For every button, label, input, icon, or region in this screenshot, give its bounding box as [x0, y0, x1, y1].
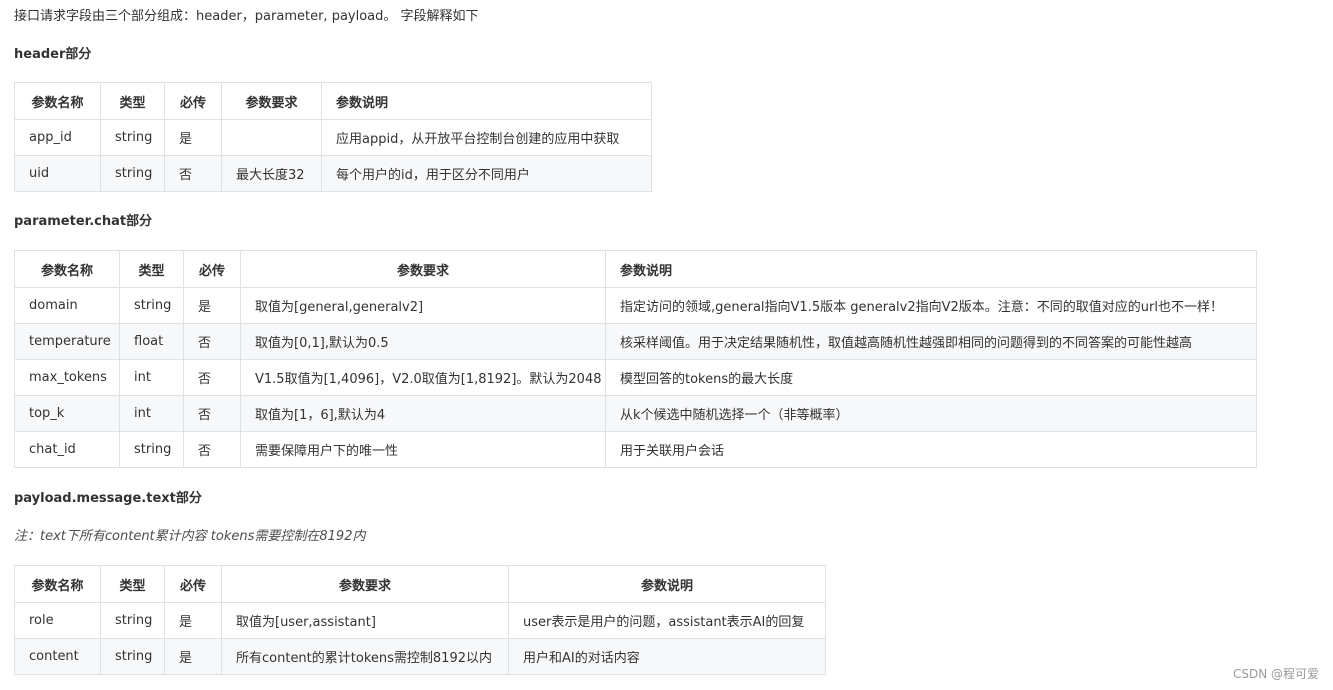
table-cell: 是 — [164, 638, 222, 675]
table-cell: 是 — [164, 602, 222, 639]
table-cell: int — [119, 395, 184, 432]
table-row: chat_id string 否 需要保障用户下的唯一性 用于关联用户会话 — [14, 431, 1257, 468]
column-header: 类型 — [100, 565, 165, 603]
table-header-row: 参数名称 类型 必传 参数要求 参数说明 — [14, 82, 652, 120]
table-row: max_tokens int 否 V1.5取值为[1,4096]，V2.0取值为… — [14, 359, 1257, 396]
table-cell: int — [119, 359, 184, 396]
column-header: 参数要求 — [221, 82, 322, 120]
table-cell: 否 — [183, 359, 241, 396]
table-cell: 用于关联用户会话 — [605, 431, 1257, 468]
table-cell: 应用appid，从开放平台控制台创建的应用中获取 — [321, 119, 652, 156]
table-cell: 是 — [164, 119, 222, 156]
table-cell: 所有content的累计tokens需控制8192以内 — [221, 638, 509, 675]
column-header: 必传 — [164, 82, 222, 120]
table-cell: 否 — [183, 431, 241, 468]
table-cell: string — [119, 287, 184, 324]
payload-note: 注：text下所有content累计内容 tokens需要控制在8192内 — [14, 529, 366, 544]
table-cell: string — [100, 602, 165, 639]
table-cell: 否 — [183, 395, 241, 432]
table-cell: max_tokens — [14, 359, 120, 396]
table-cell: chat_id — [14, 431, 120, 468]
table-cell: top_k — [14, 395, 120, 432]
table-cell: string — [119, 431, 184, 468]
table-cell: 指定访问的领域,general指向V1.5版本 generalv2指向V2版本。… — [605, 287, 1257, 324]
table-cell: string — [100, 155, 165, 192]
table-cell: domain — [14, 287, 120, 324]
table-cell: 否 — [183, 323, 241, 360]
table-row: content string 是 所有content的累计tokens需控制81… — [14, 638, 826, 675]
payload-text-table: 参数名称 类型 必传 参数要求 参数说明 role string 是 取值为[u… — [14, 565, 826, 675]
column-header: 参数说明 — [321, 82, 652, 120]
table-row: temperature float 否 取值为[0,1],默认为0.5 核采样阈… — [14, 323, 1257, 360]
column-header: 参数名称 — [14, 250, 120, 288]
table-cell: 每个用户的id，用于区分不同用户 — [321, 155, 652, 192]
column-header: 参数要求 — [240, 250, 606, 288]
table-cell: 取值为[0,1],默认为0.5 — [240, 323, 606, 360]
parameter-chat-table: 参数名称 类型 必传 参数要求 参数说明 domain string 是 取值为… — [14, 250, 1257, 468]
payload-section-title: payload.message.text部分 — [14, 491, 202, 506]
table-cell: 取值为[user,assistant] — [221, 602, 509, 639]
table-cell: 取值为[general,generalv2] — [240, 287, 606, 324]
table-cell: 是 — [183, 287, 241, 324]
column-header: 参数名称 — [14, 82, 101, 120]
table-row: role string 是 取值为[user,assistant] user表示… — [14, 602, 826, 639]
column-header: 必传 — [183, 250, 241, 288]
table-cell: float — [119, 323, 184, 360]
column-header: 参数说明 — [605, 250, 1257, 288]
table-cell: 核采样阈值。用于决定结果随机性，取值越高随机性越强即相同的问题得到的不同答案的可… — [605, 323, 1257, 360]
column-header: 类型 — [100, 82, 165, 120]
column-header: 类型 — [119, 250, 184, 288]
column-header: 参数名称 — [14, 565, 101, 603]
table-cell: content — [14, 638, 101, 675]
column-header: 必传 — [164, 565, 222, 603]
table-cell: 取值为[1，6],默认为4 — [240, 395, 606, 432]
table-row: domain string 是 取值为[general,generalv2] 指… — [14, 287, 1257, 324]
table-row: uid string 否 最大长度32 每个用户的id，用于区分不同用户 — [14, 155, 652, 192]
column-header: 参数说明 — [508, 565, 826, 603]
table-cell: 从k个候选中随机选择一个（非等概率） — [605, 395, 1257, 432]
table-cell: temperature — [14, 323, 120, 360]
table-cell: 否 — [164, 155, 222, 192]
parameter-section-title: parameter.chat部分 — [14, 214, 153, 229]
table-cell: user表示是用户的问题，assistant表示AI的回复 — [508, 602, 826, 639]
table-cell: string — [100, 119, 165, 156]
table-cell — [221, 119, 322, 156]
watermark-text: CSDN @程可爱 — [1232, 667, 1319, 681]
table-cell: 模型回答的tokens的最大长度 — [605, 359, 1257, 396]
column-header: 参数要求 — [221, 565, 509, 603]
table-row: app_id string 是 应用appid，从开放平台控制台创建的应用中获取 — [14, 119, 652, 156]
table-cell: role — [14, 602, 101, 639]
table-cell: 需要保障用户下的唯一性 — [240, 431, 606, 468]
table-cell: V1.5取值为[1,4096]，V2.0取值为[1,8192]。默认为2048 — [240, 359, 606, 396]
header-section-title: header部分 — [14, 47, 92, 62]
table-row: top_k int 否 取值为[1，6],默认为4 从k个候选中随机选择一个（非… — [14, 395, 1257, 432]
table-cell: uid — [14, 155, 101, 192]
table-cell: app_id — [14, 119, 101, 156]
table-header-row: 参数名称 类型 必传 参数要求 参数说明 — [14, 565, 826, 603]
intro-text: 接口请求字段由三个部分组成：header，parameter, payload。… — [14, 9, 479, 24]
table-cell: string — [100, 638, 165, 675]
table-header-row: 参数名称 类型 必传 参数要求 参数说明 — [14, 250, 1257, 288]
header-params-table: 参数名称 类型 必传 参数要求 参数说明 app_id string 是 应用a… — [14, 82, 652, 192]
table-cell: 最大长度32 — [221, 155, 322, 192]
table-cell: 用户和AI的对话内容 — [508, 638, 826, 675]
